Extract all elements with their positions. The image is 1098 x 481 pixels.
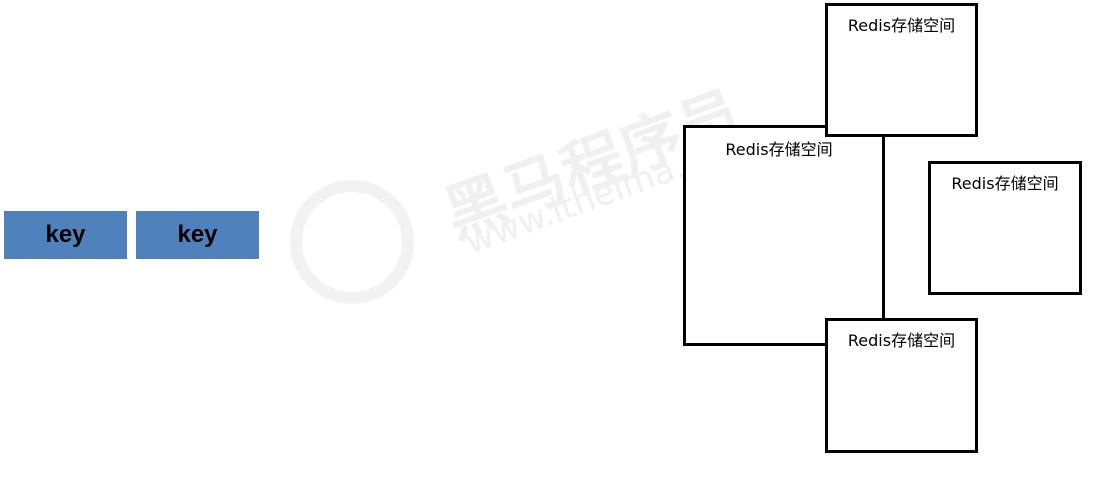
storage-label: Redis存储空间 [725, 140, 833, 159]
redis-storage-box-top: Redis存储空间 [825, 3, 978, 137]
redis-storage-box-large: Redis存储空间 [683, 125, 885, 346]
key-label: key [45, 221, 86, 248]
storage-label: Redis存储空间 [847, 331, 956, 350]
storage-label: Redis存储空间 [847, 16, 956, 35]
redis-storage-box-right: Redis存储空间 [928, 161, 1082, 295]
key-block-1: key [4, 211, 127, 259]
key-label: key [177, 221, 218, 248]
watermark-logo [290, 180, 414, 304]
key-block-2: key [136, 211, 259, 259]
redis-storage-box-bottom: Redis存储空间 [825, 318, 978, 453]
storage-label: Redis存储空间 [951, 174, 1059, 193]
